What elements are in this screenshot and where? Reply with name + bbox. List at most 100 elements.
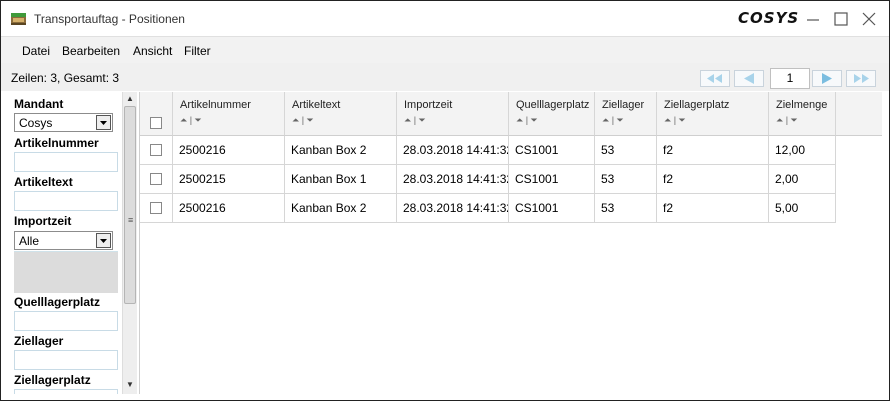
mandant-select[interactable]: Cosys — [14, 113, 113, 132]
cell-ziellager: 53 — [595, 136, 657, 165]
sort-toggle-icon[interactable]: ⏶ | ⏷ — [602, 115, 624, 126]
menu-datei[interactable]: Datei — [22, 44, 50, 58]
info-row: Zeilen: 3, Gesamt: 3 1 — [1, 63, 889, 91]
row-checkbox-cell — [140, 136, 173, 165]
importzeit-value: Alle — [19, 234, 40, 248]
maximize-icon[interactable] — [831, 9, 851, 29]
cell-ziellagerplatz: f2 — [657, 136, 769, 165]
last-page-button[interactable] — [846, 70, 876, 87]
scrollbar-thumb[interactable]: ≡ — [124, 106, 136, 304]
minimize-icon[interactable] — [803, 9, 823, 29]
chevron-down-icon[interactable] — [96, 233, 111, 248]
importzeit-range-area — [14, 251, 118, 293]
menu-bar: Datei Bearbeiten Ansicht Filter — [1, 36, 889, 63]
left-arrow-icon — [744, 73, 754, 84]
scroll-down-icon[interactable]: ▼ — [126, 380, 134, 389]
cell-artikelnummer: 2500216 — [173, 136, 285, 165]
column-header-ziellager[interactable]: Ziellager ⏶ | ⏷ — [595, 92, 657, 136]
sort-toggle-icon[interactable]: ⏶ | ⏷ — [516, 115, 538, 126]
sort-toggle-icon[interactable]: ⏶ | ⏷ — [404, 115, 426, 126]
previous-page-button[interactable] — [734, 70, 764, 87]
row-checkbox[interactable] — [150, 202, 162, 214]
cell-zielmenge: 12,00 — [769, 136, 836, 165]
ziellager-label: Ziellager — [14, 334, 64, 348]
menu-ansicht[interactable]: Ansicht — [133, 44, 172, 58]
truck-app-icon — [11, 13, 26, 25]
column-label: Ziellager — [602, 99, 645, 111]
positions-table: Artikelnummer ⏶ | ⏷ Artikeltext ⏶ | ⏷ Im… — [139, 92, 882, 394]
cell-quelllagerplatz: CS1001 — [509, 194, 595, 223]
quelllagerplatz-label: Quelllagerplatz — [14, 295, 101, 309]
cell-artikelnummer: 2500216 — [173, 194, 285, 223]
right-arrow-icon — [822, 73, 832, 84]
column-label: Artikeltext — [292, 99, 341, 111]
filter-scrollbar[interactable]: ▲ ≡ ▼ — [122, 92, 137, 394]
artikelnummer-label: Artikelnummer — [14, 136, 99, 150]
page-number-field[interactable]: 1 — [770, 68, 810, 89]
importzeit-select[interactable]: Alle — [14, 231, 113, 250]
column-header-quelllagerplatz[interactable]: Quelllagerplatz ⏶ | ⏷ — [509, 92, 595, 136]
app-window: Transportauftag - Positionen COSYS Datei… — [0, 0, 890, 401]
row-count-text: Zeilen: 3, Gesamt: 3 — [11, 71, 120, 85]
window-title: Transportauftag - Positionen — [34, 12, 185, 26]
grip-icon: ≡ — [128, 215, 134, 225]
column-label: Ziellagerplatz — [664, 99, 730, 111]
next-page-button[interactable] — [812, 70, 842, 87]
cell-zielmenge: 2,00 — [769, 165, 836, 194]
cell-artikeltext: Kanban Box 2 — [285, 194, 397, 223]
chevron-down-icon[interactable] — [96, 115, 111, 130]
row-checkbox[interactable] — [150, 173, 162, 185]
artikeltext-label: Artikeltext — [14, 175, 73, 189]
ziellager-input[interactable] — [14, 350, 118, 370]
quelllagerplatz-input[interactable] — [14, 311, 118, 331]
menu-bearbeiten[interactable]: Bearbeiten — [62, 44, 120, 58]
sort-toggle-icon[interactable]: ⏶ | ⏷ — [776, 115, 798, 126]
filter-panel: Mandant Cosys Artikelnummer Artikeltext … — [9, 92, 121, 394]
mandant-value: Cosys — [19, 116, 53, 130]
cell-artikelnummer: 2500215 — [173, 165, 285, 194]
cell-ziellagerplatz: f2 — [657, 194, 769, 223]
first-page-button[interactable] — [700, 70, 730, 87]
cell-ziellager: 53 — [595, 165, 657, 194]
importzeit-label: Importzeit — [14, 214, 72, 228]
cell-zielmenge: 5,00 — [769, 194, 836, 223]
select-all-checkbox[interactable] — [150, 117, 162, 129]
row-checkbox[interactable] — [150, 144, 162, 156]
sort-toggle-icon[interactable]: ⏶ | ⏷ — [180, 115, 202, 126]
cell-artikeltext: Kanban Box 1 — [285, 165, 397, 194]
cosys-logo: COSYS — [738, 9, 800, 27]
double-right-arrow-icon — [854, 74, 869, 83]
cell-ziellager: 53 — [595, 194, 657, 223]
ziellagerplatz-label: Ziellagerplatz — [14, 373, 91, 387]
column-label: Zielmenge — [776, 99, 828, 111]
sort-toggle-icon[interactable]: ⏶ | ⏷ — [292, 115, 314, 126]
mandant-label: Mandant — [14, 97, 64, 111]
row-checkbox-cell — [140, 165, 173, 194]
header-filler — [836, 92, 882, 136]
column-header-zielmenge[interactable]: Zielmenge ⏶ | ⏷ — [769, 92, 836, 136]
column-label: Importzeit — [404, 99, 453, 111]
cell-importzeit: 28.03.2018 14:41:32 — [397, 165, 509, 194]
artikelnummer-input[interactable] — [14, 152, 118, 172]
header-select-all — [140, 92, 173, 136]
close-icon[interactable] — [859, 9, 879, 29]
artikeltext-input[interactable] — [14, 191, 118, 211]
menu-filter[interactable]: Filter — [184, 44, 211, 58]
scroll-up-icon[interactable]: ▲ — [126, 94, 134, 103]
cell-ziellagerplatz: f2 — [657, 165, 769, 194]
column-label: Artikelnummer — [180, 99, 251, 111]
cell-quelllagerplatz: CS1001 — [509, 136, 595, 165]
cell-importzeit: 28.03.2018 14:41:32 — [397, 194, 509, 223]
double-left-arrow-icon — [707, 74, 722, 83]
column-header-importzeit[interactable]: Importzeit ⏶ | ⏷ — [397, 92, 509, 136]
ziellagerplatz-input[interactable] — [14, 389, 118, 394]
row-checkbox-cell — [140, 194, 173, 223]
title-bar: Transportauftag - Positionen COSYS — [1, 1, 889, 35]
column-header-artikeltext[interactable]: Artikeltext ⏶ | ⏷ — [285, 92, 397, 136]
column-header-ziellagerplatz[interactable]: Ziellagerplatz ⏶ | ⏷ — [657, 92, 769, 136]
column-header-artikelnummer[interactable]: Artikelnummer ⏶ | ⏷ — [173, 92, 285, 136]
cell-importzeit: 28.03.2018 14:41:32 — [397, 136, 509, 165]
cell-artikeltext: Kanban Box 2 — [285, 136, 397, 165]
sort-toggle-icon[interactable]: ⏶ | ⏷ — [664, 115, 686, 126]
column-label: Quelllagerplatz — [516, 99, 590, 111]
